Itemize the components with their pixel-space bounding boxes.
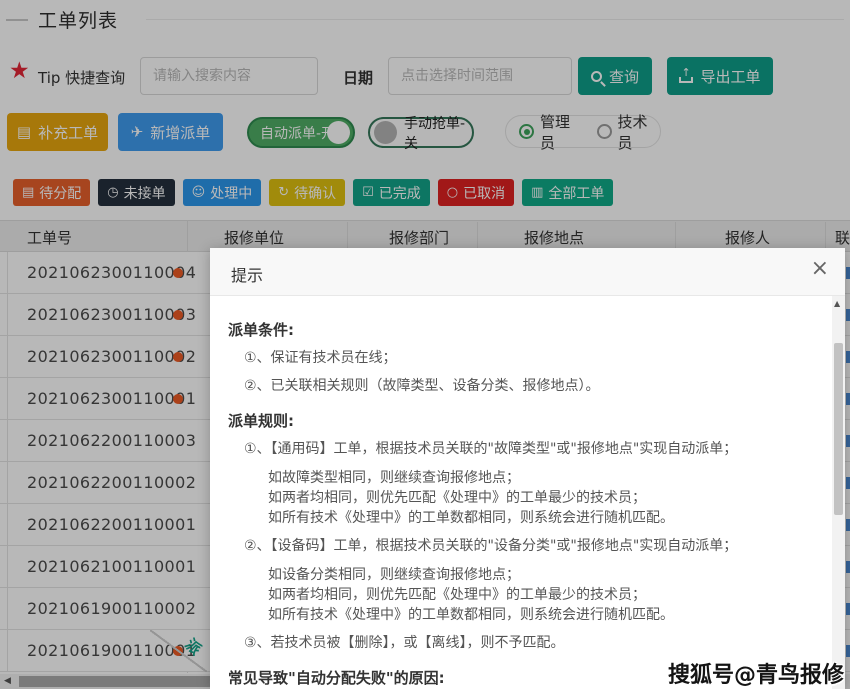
rule-line: ②、【设备码】工单，根据技术员关联的"设备分类"或"报修地点"实现自动派单； — [228, 536, 824, 556]
dispatch-conditions-heading: 派单条件: — [228, 320, 824, 340]
close-icon[interactable]: × — [811, 258, 829, 280]
work-order-list-screen: 工单列表 ★ Tip 快捷查询 请输入搜索内容 日期 点击选择时间范围 查询 ↑… — [0, 0, 850, 689]
rule-subline: 如所有技术《处理中》的工单数都相同，则系统会进行随机匹配。 — [228, 605, 824, 625]
dispatch-rules-heading: 派单规则: — [228, 411, 824, 431]
rule-subline: 如所有技术《处理中》的工单数都相同，则系统会进行随机匹配。 — [228, 508, 824, 528]
dispatch-rules-dialog: 提示 × 派单条件: ①、保证有技术员在线； ②、已关联相关规则（故障类型、设备… — [210, 248, 845, 689]
rule-subline: 如两者均相同，则优先匹配《处理中》的工单最少的技术员； — [228, 488, 824, 508]
condition-line: ②、已关联相关规则（故障类型、设备分类、报修地点）。 — [228, 376, 824, 396]
dialog-scroll-thumb[interactable] — [834, 343, 843, 515]
dialog-body: 派单条件: ①、保证有技术员在线； ②、已关联相关规则（故障类型、设备分类、报修… — [210, 296, 832, 689]
rule-subline: 如设备分类相同，则继续查询报修地点； — [228, 565, 824, 585]
scroll-up-icon[interactable]: ▲ — [834, 299, 840, 308]
rule-line: ③、若技术员被【删除】，或【离线】，则不予匹配。 — [228, 633, 824, 653]
dialog-scrollbar[interactable]: ▲ ▼ — [832, 296, 845, 689]
rule-subline: 如故障类型相同，则继续查询报修地点； — [228, 468, 824, 488]
watermark: 搜狐号@青鸟报修云 — [668, 657, 850, 689]
dialog-header: 提示 × — [210, 248, 845, 296]
rule-line: ①、【通用码】工单，根据技术员关联的"故障类型"或"报修地点"实现自动派单； — [228, 439, 824, 459]
dialog-title: 提示 — [231, 262, 263, 286]
rule-subline: 如两者均相同，则优先匹配《处理中》的工单最少的技术员； — [228, 585, 824, 605]
condition-line: ①、保证有技术员在线； — [228, 348, 824, 368]
